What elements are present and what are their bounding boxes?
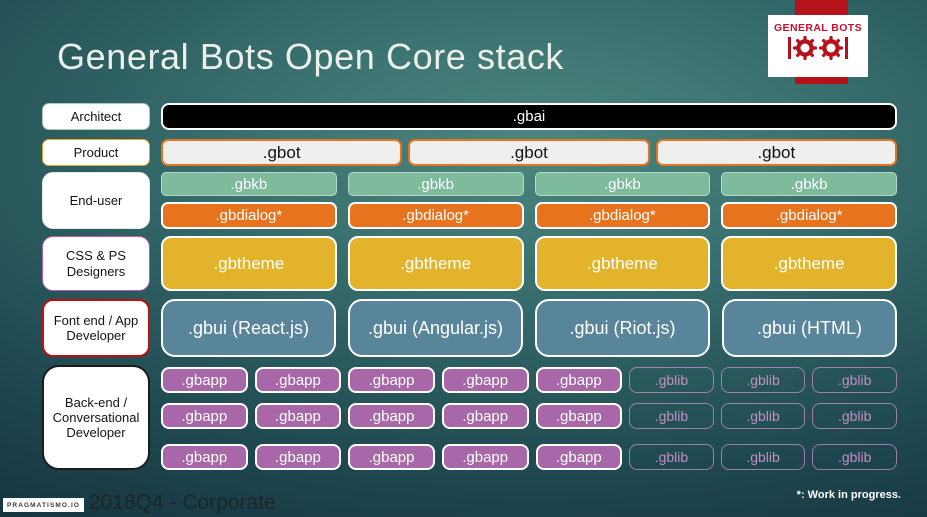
gbapp-block: .gbapp [254,367,342,393]
backend-row-3: .gbapp .gbapp .gbapp .gbapp .gbapp .gbli… [161,444,897,470]
gbapp-block: .gbapp [348,444,435,470]
gblib-block: .gblib [720,444,806,470]
gbdialog-block: .gbdialog* [721,202,897,229]
gear-bar-right-icon [845,37,848,59]
gblib-block: .gblib [629,367,714,393]
product-row: .gbot .gbot .gbot [161,139,897,166]
gbdialog-row: .gbdialog* .gbdialog* .gbdialog* .gbdial… [161,202,897,229]
gbtheme-row: .gbtheme .gbtheme .gbtheme .gbtheme [161,236,897,291]
gbkb-row: .gbkb .gbkb .gbkb .gbkb [161,172,897,196]
gbapp-block: .gbapp [254,444,342,470]
gblib-block: .gblib [812,444,897,470]
gear-icon [793,36,817,60]
gbtheme-block: .gbtheme [347,236,524,291]
gbapp-block: .gbapp [348,367,435,393]
row-label-product: Product [42,139,150,166]
work-in-progress-note: *: Work in progress. [796,489,901,501]
pragmatismo-wordmark: PRAGMATISMO.IO [6,501,81,509]
gbai-block: .gbai [161,103,897,130]
gblib-block: .gblib [629,403,714,429]
gblib-block: .gblib [720,367,806,393]
gbapp-block: .gbapp [535,403,623,429]
row-label-frontend-app-developer: Font end / App Developer [42,299,150,357]
row-label-architect: Architect [42,103,150,130]
gbui-riot-block: .gbui (Riot.js) [535,299,710,357]
logo-gears [788,36,848,60]
gbtheme-block: .gbtheme [534,236,711,291]
gbkb-block: .gbkb [161,172,337,196]
gbapp-block: .gbapp [161,403,248,429]
gbui-angular-block: .gbui (Angular.js) [348,299,523,357]
footer-edition-text: 2018Q4 - Corporate [89,491,276,514]
gbkb-block: .gbkb [347,172,524,196]
architect-row: .gbai [161,103,897,130]
gblib-block: .gblib [720,403,806,429]
gbapp-block: .gbapp [441,367,529,393]
backend-row-1: .gbapp .gbapp .gbapp .gbapp .gbapp .gbli… [161,367,897,393]
slide: General Bots Open Core stack GENERAL BOT… [0,0,927,517]
gbdialog-block: .gbdialog* [347,202,524,229]
gbui-react-block: .gbui (React.js) [161,299,336,357]
gblib-block: .gblib [812,403,897,429]
gbkb-block: .gbkb [721,172,897,196]
gbtheme-block: .gbtheme [161,236,337,291]
gbapp-block: .gbapp [254,403,342,429]
row-label-css-ps-designers: CSS & PS Designers [42,236,150,291]
gbot-block: .gbot [408,139,650,166]
general-bots-logo: GENERAL BOTS [768,15,868,77]
page-title: General Bots Open Core stack [57,36,565,77]
gbot-block: .gbot [161,139,403,166]
gbapp-block: .gbapp [161,367,248,393]
gbapp-block: .gbapp [441,444,529,470]
pragmatismo-logo: PRAGMATISMO.IO [3,498,84,512]
gblib-block: .gblib [812,367,897,393]
backend-row-2: .gbapp .gbapp .gbapp .gbapp .gbapp .gbli… [161,403,897,429]
gbapp-block: .gbapp [535,367,623,393]
gbapp-block: .gbapp [535,444,623,470]
row-label-backend-conversational-developer: Back-end / Conversational Developer [42,365,150,470]
gbapp-block: .gbapp [441,403,529,429]
gbui-row: .gbui (React.js) .gbui (Angular.js) .gbu… [161,299,897,357]
gbkb-block: .gbkb [534,172,711,196]
logo-wordmark: GENERAL BOTS [773,22,863,34]
gbui-html-block: .gbui (HTML) [722,299,897,357]
gbdialog-block: .gbdialog* [161,202,337,229]
gear-bar-left-icon [788,37,791,59]
gbdialog-block: .gbdialog* [534,202,711,229]
gear-icon [819,36,843,60]
gbapp-block: .gbapp [161,444,248,470]
gbot-block: .gbot [655,139,897,166]
gblib-block: .gblib [629,444,714,470]
gbtheme-block: .gbtheme [721,236,897,291]
gbapp-block: .gbapp [348,403,435,429]
row-label-end-user: End-user [42,172,150,229]
